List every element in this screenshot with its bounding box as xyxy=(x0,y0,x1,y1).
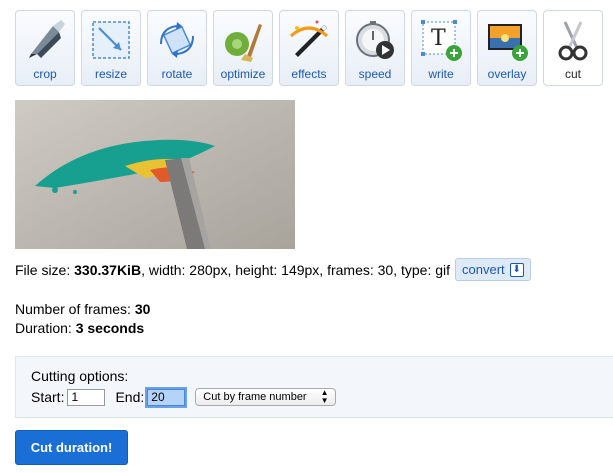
tool-label: effects xyxy=(291,67,327,81)
frames-value: 30 xyxy=(134,301,151,317)
cut-duration-button[interactable]: Cut duration! xyxy=(15,430,128,465)
select-arrows-icon: ▲ ▼ xyxy=(320,388,329,405)
duration-label: Duration: xyxy=(15,320,76,336)
start-label: Start: xyxy=(31,389,65,405)
cut-mode-select[interactable]: Cut by frame number ▲ ▼ xyxy=(195,388,336,406)
svg-text:T: T xyxy=(431,26,446,51)
tool-label: write xyxy=(428,67,454,81)
file-info: File size: 330.37KiB, width: 280px, heig… xyxy=(15,258,531,281)
crop-icon xyxy=(29,20,65,58)
tool-rotate[interactable]: rotate xyxy=(147,10,207,86)
tool-label: speed xyxy=(358,67,392,81)
scissors-icon xyxy=(558,21,588,61)
cutting-options-title: Cutting options: xyxy=(31,368,129,384)
convert-label: convert xyxy=(462,262,505,277)
optimize-icon xyxy=(225,24,262,62)
start-input[interactable] xyxy=(67,388,106,406)
end-input[interactable] xyxy=(145,386,188,408)
tool-cut[interactable]: cut xyxy=(543,10,603,86)
effects-icon xyxy=(290,20,328,57)
tool-write[interactable]: T write xyxy=(411,10,471,86)
frame-count-line: Number of frames: 30 xyxy=(15,300,150,319)
gif-preview xyxy=(15,100,295,249)
tool-label: cut xyxy=(564,67,581,81)
file-size-value: 330.37KiB xyxy=(74,261,142,278)
convert-button[interactable]: convert ⬇ xyxy=(455,258,531,281)
tool-overlay[interactable]: overlay xyxy=(477,10,537,86)
end-label: End: xyxy=(115,389,145,405)
tool-label: resize xyxy=(94,67,127,81)
tool-label: rotate xyxy=(161,67,193,81)
cut-mode-value: Cut by frame number xyxy=(203,391,307,403)
cutting-options-panel: Cutting options: Start: End: Cut by fram… xyxy=(15,356,613,418)
file-details: , width: 280px, height: 149px, frames: 3… xyxy=(141,261,451,278)
tool-speed[interactable]: speed xyxy=(345,10,405,86)
rotate-icon xyxy=(160,22,194,58)
write-icon: T xyxy=(421,20,462,61)
duration-line: Duration: 3 seconds xyxy=(15,319,150,338)
gif-stats: Number of frames: 30 Duration: 3 seconds xyxy=(15,300,150,338)
tool-label: optimize xyxy=(220,67,266,81)
tool-optimize[interactable]: optimize xyxy=(213,10,273,86)
duration-value: 3 seconds xyxy=(75,320,145,336)
tool-crop[interactable]: crop xyxy=(15,10,75,86)
tool-label: overlay xyxy=(487,67,527,81)
resize-icon xyxy=(92,21,130,59)
tool-bar: crop resize rotate optimize effects spee… xyxy=(15,10,603,86)
overlay-icon xyxy=(488,24,528,61)
tool-resize[interactable]: resize xyxy=(81,10,141,86)
download-arrow-icon: ⬇ xyxy=(509,262,524,277)
file-size-label: File size: xyxy=(15,261,71,278)
tool-effects[interactable]: effects xyxy=(279,10,339,86)
tool-label: crop xyxy=(33,67,57,81)
speed-icon xyxy=(356,21,394,59)
frames-label: Number of frames: xyxy=(15,301,135,317)
cutting-options-row: Start: End: Cut by frame number ▲▼ xyxy=(31,386,336,408)
